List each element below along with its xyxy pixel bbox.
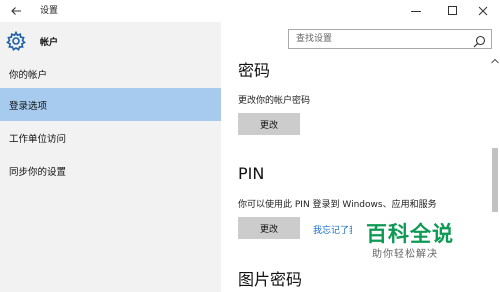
search-input[interactable] <box>289 30 459 48</box>
back-button[interactable] <box>0 0 32 22</box>
pin-description: 你可以使用此 PIN 登录到 Windows、应用和服务 <box>238 200 437 210</box>
sidebar-item-label: 登录选项 <box>9 100 48 112</box>
sidebar-item-sync-settings[interactable]: 同步你的设置 <box>0 154 221 187</box>
chevron-up-icon <box>491 58 499 64</box>
sidebar-item-label: 同步你的设置 <box>9 166 67 178</box>
sidebar-item-sign-in-options[interactable]: 登录选项 <box>0 88 221 121</box>
watermark: 百科全说 助你轻松解决 <box>352 212 500 292</box>
picture-password-section-title: 图片密码 <box>238 270 303 289</box>
window-title: 设置 <box>40 6 59 16</box>
sidebar-item-label: 工作单位访问 <box>9 133 67 145</box>
change-password-button[interactable]: 更改 <box>238 113 300 135</box>
search-icon[interactable] <box>473 33 486 48</box>
minimize-button[interactable] <box>399 0 433 22</box>
watermark-text: 百科全说 <box>366 222 454 246</box>
password-section-title: 密码 <box>238 61 271 80</box>
gear-icon <box>5 30 27 52</box>
sidebar: 帐户 你的帐户 登录选项 工作单位访问 同步你的设置 <box>0 22 221 292</box>
close-icon <box>478 6 488 16</box>
back-arrow-icon <box>11 7 21 15</box>
sidebar-item-your-account[interactable]: 你的帐户 <box>0 57 221 90</box>
password-description: 更改你的帐户密码 <box>238 96 311 106</box>
change-pin-button[interactable]: 更改 <box>238 217 300 239</box>
title-bar: 设置 <box>0 0 500 22</box>
watermark-subtext: 助你轻松解决 <box>372 249 438 260</box>
close-button[interactable] <box>466 0 500 22</box>
sidebar-header: 帐户 <box>0 26 221 56</box>
sidebar-item-work-access[interactable]: 工作单位访问 <box>0 121 221 154</box>
maximize-icon <box>448 6 457 15</box>
sidebar-item-label: 你的帐户 <box>9 69 48 81</box>
pin-section-title: PIN <box>238 164 265 183</box>
settings-window: 设置 帐户 你的帐户 登录选项 工作单位访问 同步你的设置 查找设置 密码 更改… <box>0 0 500 292</box>
maximize-button[interactable] <box>436 0 470 22</box>
search-box <box>288 29 492 49</box>
scroll-up-button[interactable] <box>490 56 500 66</box>
minimize-icon <box>411 11 421 12</box>
sidebar-header-label: 帐户 <box>40 38 59 48</box>
